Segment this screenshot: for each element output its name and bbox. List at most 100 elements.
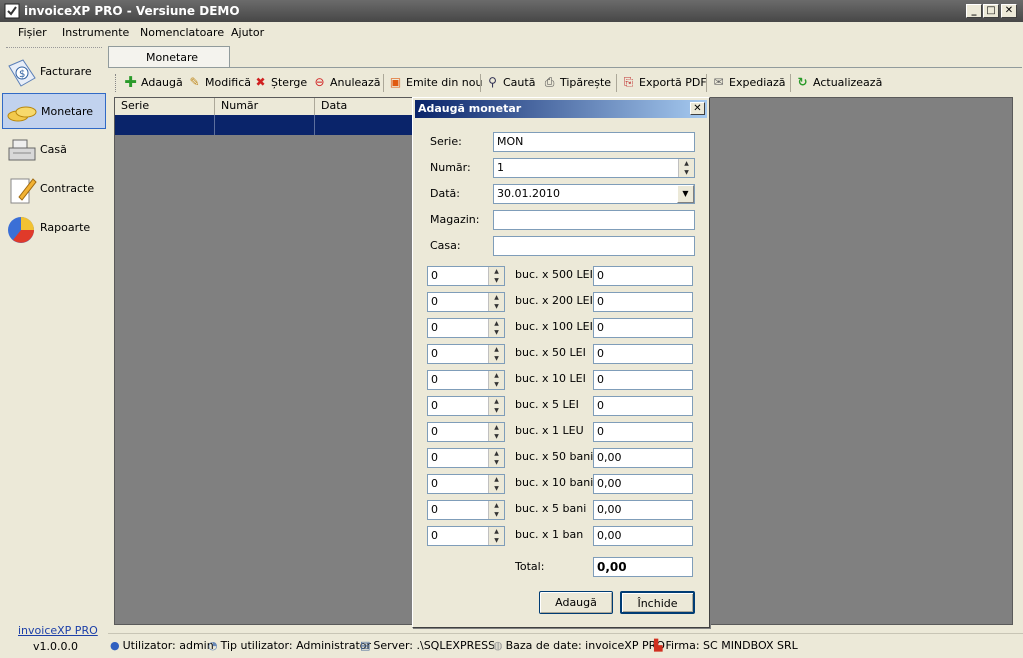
cancel-button[interactable]: ⊖ Anulează (312, 75, 380, 90)
magazin-label: Magazin: (430, 213, 480, 226)
qty-spin[interactable]: ▲ ▼ (488, 397, 504, 415)
sidebar-item-label: Rapoarte (40, 221, 91, 234)
qty-stepper[interactable]: 0 ▲ ▼ (427, 370, 505, 390)
printer-icon: ⎙ (544, 75, 555, 89)
plus-icon: ✚ (124, 73, 137, 91)
denomination-label: buc. x 1 ban (515, 528, 584, 541)
sidebar-item-label: Facturare (40, 65, 92, 78)
column-header-data[interactable]: Data (315, 98, 415, 115)
cancel-circle-icon: ⊖ (314, 75, 325, 89)
spin-up-icon: ▲ (494, 476, 499, 483)
dialog-add-button[interactable]: Adaugă (539, 591, 613, 614)
menu-file[interactable]: Fișier (18, 26, 47, 39)
coins-icon (7, 106, 37, 122)
casa-field[interactable] (493, 236, 695, 256)
sidebar-item-facturare[interactable]: $ Facturare (2, 54, 106, 90)
denomination-label: buc. x 10 LEI (515, 372, 586, 385)
qty-stepper[interactable]: 0 ▲ ▼ (427, 266, 505, 286)
chevron-down-icon[interactable]: ▼ (677, 185, 694, 203)
export-pdf-button[interactable]: ⎘ Exportă PDF (621, 75, 707, 90)
spin-up-icon: ▲ (494, 502, 499, 509)
close-window-button[interactable]: ✕ (1001, 4, 1017, 18)
qty-spin[interactable]: ▲ ▼ (488, 319, 504, 337)
qty-spin[interactable]: ▲ ▼ (488, 293, 504, 311)
qty-spin[interactable]: ▲ ▼ (488, 371, 504, 389)
sidebar-item-monetare[interactable]: Monetare (2, 93, 106, 129)
sidebar-item-casa[interactable]: Casă (2, 132, 106, 168)
data-label: Dată: (430, 187, 460, 200)
denomination-label: buc. x 200 LEI (515, 294, 593, 307)
svg-text:$: $ (19, 69, 25, 80)
qty-stepper[interactable]: 0 ▲ ▼ (427, 422, 505, 442)
qty-value: 0 (431, 503, 438, 516)
refresh-button[interactable]: ↻ Actualizează (795, 75, 882, 90)
column-header-serie[interactable]: Serie (115, 98, 215, 115)
numar-label: Număr: (430, 161, 471, 174)
spin-up-icon: ▲ (494, 346, 499, 353)
qty-value: 0 (431, 399, 438, 412)
send-button[interactable]: ✉ Expediază (711, 75, 785, 90)
print-button[interactable]: ⎙ Tipărește (542, 75, 611, 90)
qty-spin[interactable]: ▲ ▼ (488, 501, 504, 519)
qty-spin[interactable]: ▲ ▼ (488, 475, 504, 493)
menu-help[interactable]: Ajutor (231, 26, 264, 39)
qty-spin[interactable]: ▲ ▼ (488, 423, 504, 441)
grid-header: Serie Număr Data (115, 98, 415, 115)
qty-stepper[interactable]: 0 ▲ ▼ (427, 500, 505, 520)
edit-button[interactable]: ✎ Modifică (187, 75, 251, 90)
sidebar-item-rapoarte[interactable]: Rapoarte (2, 210, 106, 246)
amount-field: 0,00 (593, 474, 693, 494)
menu-tools[interactable]: Instrumente (62, 26, 129, 39)
qty-stepper[interactable]: 0 ▲ ▼ (427, 448, 505, 468)
qty-spin[interactable]: ▲ ▼ (488, 345, 504, 363)
qty-spin[interactable]: ▲ ▼ (488, 527, 504, 545)
search-button[interactable]: ⚲ Caută (485, 75, 535, 90)
dialog-close-button[interactable]: ✕ (690, 102, 705, 115)
qty-stepper[interactable]: 0 ▲ ▼ (427, 318, 505, 338)
spin-down-icon: ▼ (494, 537, 499, 544)
table-cell (215, 115, 315, 135)
add-button[interactable]: ✚ Adaugă (123, 75, 183, 90)
status-server: ▤ Server: .\SQLEXPRESS (360, 639, 496, 652)
sidebar-item-contracte[interactable]: Contracte (2, 171, 106, 207)
toolbar-separator (706, 74, 707, 92)
amount-field: 0 (593, 292, 693, 312)
spin-up-icon: ▲ (494, 294, 499, 301)
date-picker[interactable]: 30.01.2010 ▼ (493, 184, 695, 204)
magazin-field[interactable] (493, 210, 695, 230)
qty-stepper[interactable]: 0 ▲ ▼ (427, 396, 505, 416)
status-bar: ● Utilizator: admin ◔ Tip utilizator: Ad… (108, 633, 1023, 657)
minimize-button[interactable]: _ (966, 4, 982, 18)
delete-button[interactable]: ✖ Șterge (253, 75, 307, 90)
table-row[interactable] (115, 115, 415, 135)
qty-stepper[interactable]: 0 ▲ ▼ (427, 526, 505, 546)
brand-link[interactable]: invoiceXP PRO (18, 624, 98, 637)
spin-up-icon: ▲ (494, 320, 499, 327)
maximize-button[interactable]: □ (983, 4, 999, 18)
qty-value: 0 (431, 321, 438, 334)
qty-stepper[interactable]: 0 ▲ ▼ (427, 474, 505, 494)
reissue-button[interactable]: ▣ Emite din nou (388, 75, 483, 90)
qty-spin[interactable]: ▲ ▼ (488, 449, 504, 467)
denomination-label: buc. x 5 LEI (515, 398, 579, 411)
qty-stepper[interactable]: 0 ▲ ▼ (427, 344, 505, 364)
casa-label: Casa: (430, 239, 461, 252)
dialog-close-text-button[interactable]: Închide (620, 591, 695, 614)
gift-icon: ▣ (389, 75, 402, 89)
serie-field[interactable]: MON (493, 132, 695, 152)
qty-spin[interactable]: ▲ ▼ (488, 267, 504, 285)
menu-catalogs[interactable]: Nomenclatoare (140, 26, 224, 39)
tab-monetare[interactable]: Monetare (108, 46, 230, 68)
version-label: v1.0.0.0 (33, 640, 78, 653)
column-header-numar[interactable]: Număr (215, 98, 315, 115)
app-icon (4, 3, 20, 19)
qty-stepper[interactable]: 0 ▲ ▼ (427, 292, 505, 312)
pencil-icon: ✎ (189, 75, 200, 89)
status-user: ● Utilizator: admin (110, 639, 214, 652)
spin-down-icon: ▼ (494, 381, 499, 388)
sidebar-item-label: Contracte (40, 182, 95, 195)
spin-up-icon: ▲ (494, 424, 499, 431)
numar-spin[interactable]: ▲ ▼ (678, 159, 694, 177)
numar-stepper[interactable]: 1 ▲ ▼ (493, 158, 695, 178)
spin-down-icon: ▼ (684, 169, 689, 176)
